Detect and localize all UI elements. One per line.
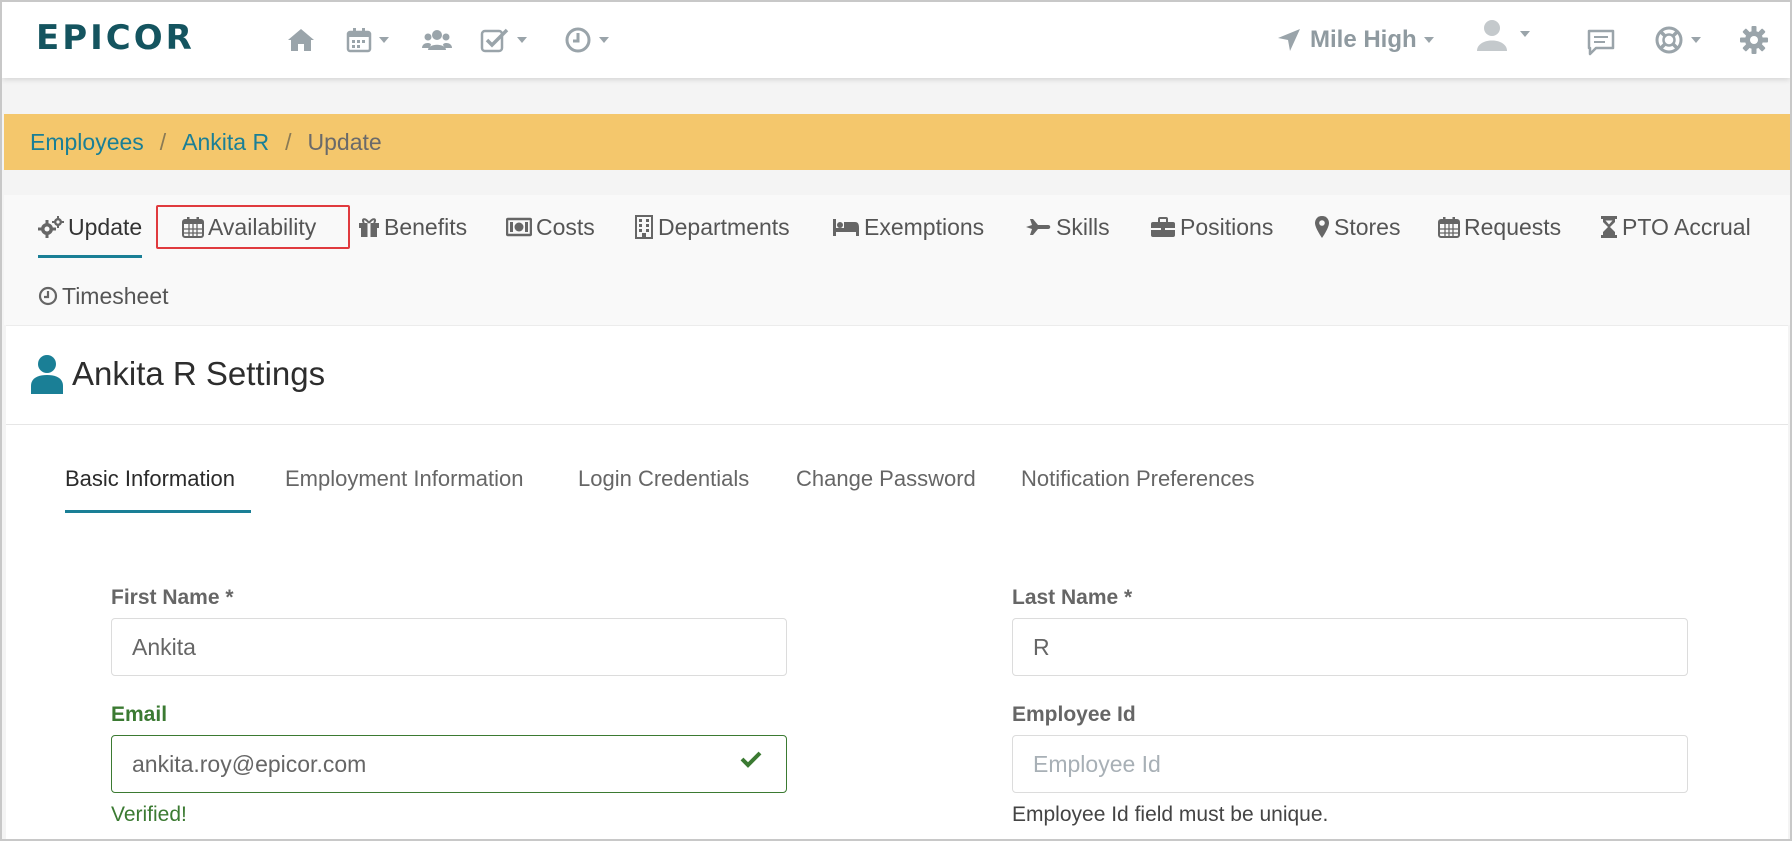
- users-icon[interactable]: [422, 24, 452, 56]
- plane-icon: [1026, 219, 1051, 235]
- tab-label: Departments: [658, 213, 790, 240]
- check-icon: [740, 751, 762, 768]
- chevron-down-icon: [517, 37, 527, 43]
- first-name-label: First Name *: [111, 586, 234, 609]
- active-tab-indicator: [38, 255, 142, 258]
- employee-id-field[interactable]: [1012, 735, 1688, 793]
- page-title-text: Ankita R Settings: [72, 355, 326, 392]
- last-name-field[interactable]: [1012, 618, 1688, 676]
- active-tab-indicator: [65, 510, 251, 513]
- employee-subnav: Update Availability Benefits Costs Depar…: [4, 195, 1790, 325]
- tab-timesheet[interactable]: Timesheet: [38, 276, 169, 316]
- tab-label: Positions: [1180, 213, 1274, 240]
- tab-update[interactable]: Update: [38, 207, 142, 247]
- tab-label: Requests: [1464, 213, 1562, 240]
- email-label: Email: [111, 703, 168, 726]
- chevron-down-icon: [1691, 37, 1701, 43]
- user-icon: [31, 355, 63, 394]
- tab-basic-information[interactable]: Basic Information: [65, 466, 235, 492]
- tab-exemptions[interactable]: Exemptions: [832, 207, 984, 247]
- calendar-menu[interactable]: [346, 24, 389, 56]
- tab-label: Skills: [1056, 213, 1110, 240]
- money-icon: [506, 217, 532, 237]
- last-name-label: Last Name *: [1012, 586, 1133, 609]
- user-avatar-icon: [1477, 20, 1507, 51]
- tab-label: Benefits: [384, 213, 468, 240]
- time-menu[interactable]: [564, 24, 609, 56]
- briefcase-icon: [1151, 217, 1175, 237]
- clock-icon: [565, 27, 591, 53]
- tasks-menu[interactable]: [480, 24, 527, 56]
- help-menu[interactable]: [1654, 24, 1701, 56]
- first-name-field[interactable]: [111, 618, 787, 676]
- tab-requests[interactable]: Requests: [1438, 207, 1561, 247]
- page-title: Ankita R Settings: [30, 354, 325, 394]
- availability-highlight: [156, 205, 350, 249]
- user-menu[interactable]: [1474, 18, 1530, 51]
- epicor-logo[interactable]: EPICOR: [36, 20, 195, 56]
- top-navbar: EPICOR Mile High: [2, 2, 1790, 78]
- chevron-down-icon: [379, 37, 389, 43]
- tab-employment-information[interactable]: Employment Information: [285, 466, 523, 492]
- home-icon[interactable]: [286, 24, 316, 56]
- employee-id-label: Employee Id: [1012, 703, 1136, 726]
- building-icon: [635, 215, 653, 239]
- location-arrow-icon: [1278, 29, 1300, 51]
- email-verified-text: Verified!: [111, 803, 187, 826]
- chevron-down-icon: [1423, 37, 1434, 43]
- app-window: EPICOR Mile High Employees / Ankita R / …: [0, 0, 1792, 841]
- tab-skills[interactable]: Skills: [1024, 207, 1110, 247]
- chevron-down-icon: [1520, 31, 1530, 37]
- calendar-icon: [346, 28, 372, 53]
- tab-benefits[interactable]: Benefits: [358, 207, 467, 247]
- tab-change-password[interactable]: Change Password: [796, 466, 976, 492]
- breadcrumb-employee[interactable]: Ankita R: [182, 129, 269, 156]
- settings-card: Ankita R Settings Basic Information Empl…: [6, 325, 1788, 839]
- bed-icon: [833, 219, 859, 236]
- divider: [6, 424, 1788, 425]
- hourglass-icon: [1601, 216, 1617, 238]
- gear-icon[interactable]: [1739, 24, 1769, 56]
- breadcrumb-separator: /: [159, 128, 167, 155]
- chat-icon[interactable]: [1586, 26, 1616, 58]
- map-marker-icon: [1315, 216, 1329, 238]
- tab-costs[interactable]: Costs: [506, 207, 595, 247]
- email-field[interactable]: [111, 735, 787, 793]
- clock-icon: [38, 286, 58, 306]
- tab-label: PTO Accrual: [1622, 213, 1751, 240]
- tab-label: Timesheet: [62, 282, 169, 309]
- chevron-down-icon: [599, 37, 609, 43]
- check-square-icon: [480, 28, 509, 53]
- tab-departments[interactable]: Departments: [634, 207, 790, 247]
- tab-label: Update: [68, 213, 143, 240]
- tab-notification-preferences[interactable]: Notification Preferences: [1021, 466, 1255, 492]
- breadcrumb: Employees / Ankita R / Update: [4, 114, 1790, 170]
- gift-icon: [359, 218, 379, 237]
- tab-pto-accrual[interactable]: PTO Accrual: [1600, 207, 1751, 247]
- tab-login-credentials[interactable]: Login Credentials: [578, 466, 749, 492]
- cogs-icon: [38, 216, 64, 238]
- calendar-icon: [1438, 217, 1460, 238]
- breadcrumb-current: Update: [307, 128, 382, 155]
- breadcrumb-separator: /: [285, 128, 292, 155]
- tab-positions[interactable]: Positions: [1150, 207, 1273, 247]
- tab-label: Costs: [536, 213, 595, 240]
- tab-label: Stores: [1334, 213, 1401, 240]
- location-selector[interactable]: Mile High: [1276, 24, 1434, 56]
- tab-stores[interactable]: Stores: [1314, 207, 1400, 247]
- location-label: Mile High: [1310, 26, 1417, 53]
- help-lifering-icon: [1655, 26, 1683, 54]
- tab-label: Exemptions: [864, 213, 985, 240]
- employee-id-help: Employee Id field must be unique.: [1012, 803, 1329, 826]
- breadcrumb-employees[interactable]: Employees: [30, 129, 144, 156]
